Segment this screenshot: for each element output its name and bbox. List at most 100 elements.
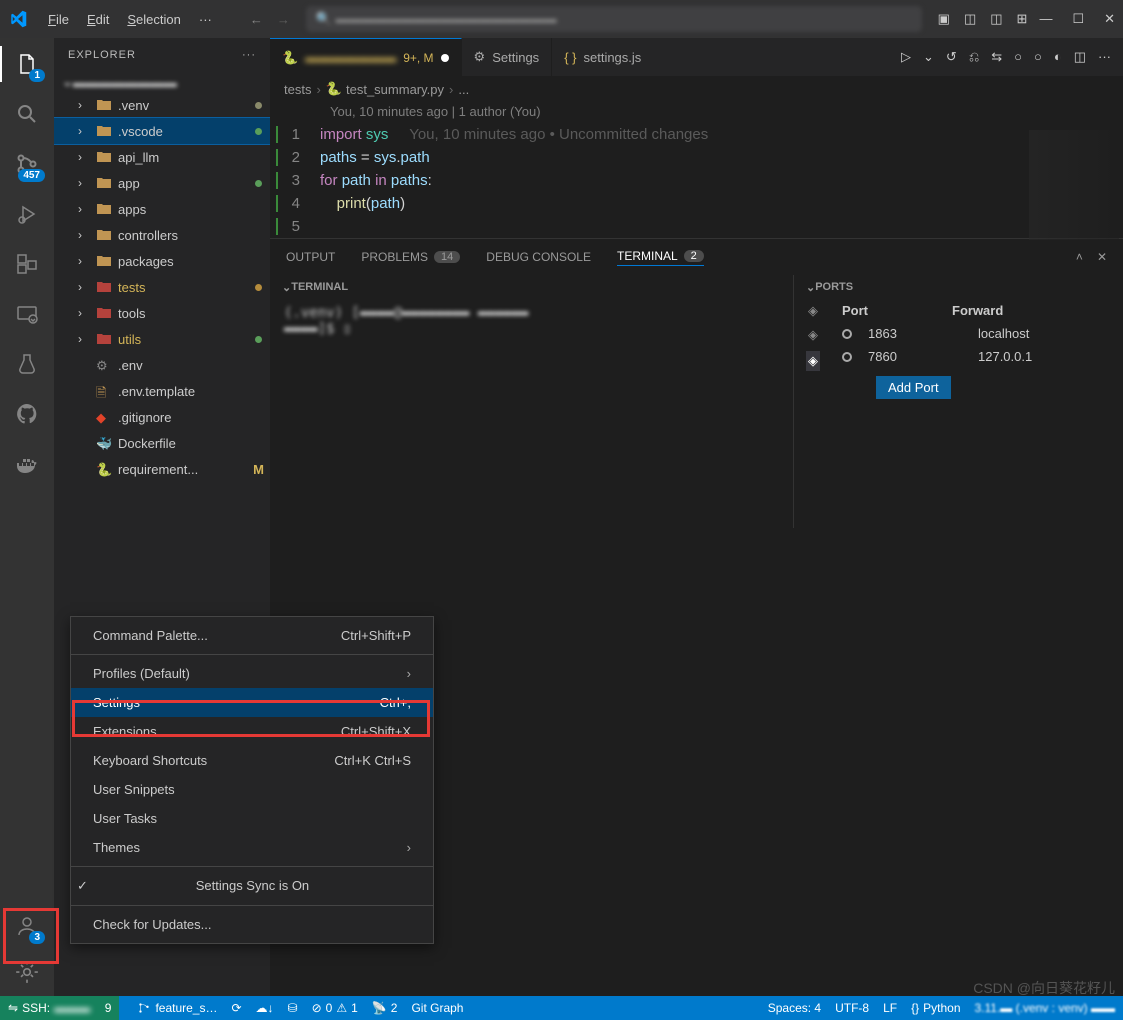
tree-.env[interactable]: ⚙.env (54, 352, 270, 378)
panel-max-icon[interactable]: ˄ (1076, 250, 1083, 264)
tree-.vscode[interactable]: ›.vscode (54, 118, 270, 144)
layout-primary-icon[interactable]: ▣ (938, 11, 950, 27)
terminal-section-header[interactable]: ⌄ TERMINAL (270, 275, 793, 299)
activity-scm-icon[interactable]: 457 (13, 150, 41, 178)
run-icon[interactable]: ▷ (901, 49, 911, 65)
menu-themes[interactable]: Themes› (71, 833, 433, 862)
activity-settings-icon[interactable] (13, 958, 41, 986)
watermark: CSDN @向日葵花籽儿 (973, 978, 1115, 998)
layout-secondary-icon[interactable]: ◫ (990, 11, 1002, 27)
status-cloud-icon[interactable]: ☁↓ (256, 1001, 274, 1015)
diff-icon[interactable]: ⇆ (991, 49, 1002, 65)
panel-tab-problems[interactable]: PROBLEMS14 (361, 250, 460, 264)
menu-extensions[interactable]: ExtensionsCtrl+Shift+X (71, 717, 433, 746)
menu-edit[interactable]: Edit (79, 8, 117, 31)
tree-tools[interactable]: ›tools (54, 300, 270, 326)
nav-fwd-icon[interactable]: → (277, 12, 290, 27)
tab-settingsjs[interactable]: { } settings.js (552, 38, 653, 76)
menu-profiles-default-[interactable]: Profiles (Default)› (71, 659, 433, 688)
activity-github-icon[interactable] (13, 400, 41, 428)
tree-requirement...[interactable]: 🐍requirement...M (54, 456, 270, 482)
tree-app[interactable]: ›app (54, 170, 270, 196)
minimap[interactable] (1029, 130, 1119, 240)
tree-.venv[interactable]: ›.venv (54, 92, 270, 118)
menu-settings-sync-is-on[interactable]: ✓Settings Sync is On (71, 871, 433, 901)
timeline-icon[interactable]: ◐ (1054, 49, 1062, 65)
code-editor[interactable]: 1import sys You, 10 minutes ago • Uncomm… (270, 123, 1123, 238)
tree-packages[interactable]: ›packages (54, 248, 270, 274)
tree-api_llm[interactable]: ›api_llm (54, 144, 270, 170)
gear-icon: ⚙ (474, 49, 486, 65)
status-radio[interactable]: 📡 2 (372, 1001, 398, 1015)
status-eol[interactable]: LF (883, 1001, 897, 1015)
circle-icon[interactable]: ○ (1014, 49, 1022, 65)
tab-more-icon[interactable]: ··· (1098, 49, 1111, 65)
tree-Dockerfile[interactable]: 🐳Dockerfile (54, 430, 270, 456)
remote-indicator[interactable]: ⇋ SSH:▬▬▬ 9 (0, 996, 119, 1020)
terminal-output[interactable]: (.venv) [▬▬▬▬@▬▬▬▬▬▬▬▬ ▬▬▬▬▬▬ ▬▬▬▬]$ ▯ (270, 299, 793, 343)
git-compare-icon[interactable]: ⎌ (969, 49, 979, 65)
nav-back-icon[interactable]: ← (250, 12, 263, 27)
status-gitgraph[interactable]: Git Graph (411, 1001, 463, 1015)
workspace-root[interactable]: ⌄ ▬▬▬▬▬▬▬▬ (54, 72, 270, 92)
tree-.gitignore[interactable]: ◆.gitignore (54, 404, 270, 430)
add-port-button[interactable]: Add Port (876, 376, 951, 399)
activity-explorer-icon[interactable]: 1 (13, 50, 41, 78)
vscode-logo-icon (8, 9, 28, 29)
menu-command-palette-[interactable]: Command Palette...Ctrl+Shift+P (71, 621, 433, 650)
menu-selection[interactable]: Selection (119, 8, 188, 31)
split-icon[interactable]: ◫ (1074, 49, 1086, 65)
close-icon[interactable]: ✕ (1104, 11, 1115, 27)
menu-user-snippets[interactable]: User Snippets (71, 775, 433, 804)
circle2-icon[interactable]: ○ (1034, 49, 1042, 65)
ports-cube-icon[interactable]: ◈ (808, 327, 818, 343)
explorer-more-icon[interactable]: ··· (242, 49, 256, 61)
minimize-icon[interactable]: — (1039, 11, 1052, 27)
breadcrumb[interactable]: tests› 🐍 test_summary.py› ... (270, 76, 1123, 102)
tree-.env.template[interactable]: 🗎.env.template (54, 378, 270, 404)
activity-remote-icon[interactable] (13, 300, 41, 328)
layout-panel-icon[interactable]: ◫ (964, 11, 976, 27)
gitlens-blame: You, 10 minutes ago | 1 author (You) (270, 102, 1123, 123)
status-errors[interactable]: ⊘ 0 ⚠ 1 (312, 1001, 358, 1015)
maximize-icon[interactable]: ☐ (1072, 11, 1084, 27)
status-pyver[interactable]: 3.11.▬ (.venv : venv) ▬▬ (975, 1001, 1116, 1015)
menu-file[interactable]: FFileile (40, 8, 77, 31)
ports-cube-icon[interactable]: ◈ (806, 351, 820, 371)
activity-extensions-icon[interactable] (13, 250, 41, 278)
status-branch[interactable]: feature_s… (137, 1001, 217, 1015)
status-database-icon[interactable]: ⛁ (288, 1001, 298, 1015)
activity-debug-icon[interactable] (13, 200, 41, 228)
tree-controllers[interactable]: ›controllers (54, 222, 270, 248)
status-lang[interactable]: {} Python (911, 1001, 960, 1015)
ports-section-header[interactable]: ⌄ PORTS (794, 275, 1123, 299)
status-sync[interactable]: ⟳ (231, 1001, 241, 1015)
tab-file-active[interactable]: 🐍 ▬▬▬▬▬▬▬ 9+, M (270, 38, 462, 76)
panel-tab-terminal[interactable]: TERMINAL2 (617, 249, 704, 266)
command-center[interactable]: 🔍 ▬▬▬▬▬▬▬▬▬▬▬▬▬▬▬▬▬ (306, 6, 922, 32)
ports-cube-icon[interactable]: ◈ (808, 303, 818, 319)
activity-test-icon[interactable] (13, 350, 41, 378)
status-spaces[interactable]: Spaces: 4 (768, 1001, 821, 1015)
port-row[interactable]: 1863localhost (832, 322, 1123, 345)
status-encoding[interactable]: UTF-8 (835, 1001, 869, 1015)
menu-user-tasks[interactable]: User Tasks (71, 804, 433, 833)
activity-accounts-icon[interactable]: 3 (13, 912, 41, 940)
activity-docker-icon[interactable] (13, 450, 41, 478)
panel-tab-debug[interactable]: DEBUG CONSOLE (486, 250, 591, 264)
port-row[interactable]: 7860127.0.0.1 (832, 345, 1123, 368)
layout-custom-icon[interactable]: ⊞ (1017, 11, 1028, 27)
tree-apps[interactable]: ›apps (54, 196, 270, 222)
run-dropdown-icon[interactable]: ⌄ (923, 49, 934, 65)
tree-tests[interactable]: ›tests (54, 274, 270, 300)
menu-more[interactable]: ··· (191, 8, 220, 31)
panel-close-icon[interactable]: ✕ (1097, 250, 1107, 264)
menu-settings[interactable]: SettingsCtrl+, (71, 688, 433, 717)
menu-keyboard-shortcuts[interactable]: Keyboard ShortcutsCtrl+K Ctrl+S (71, 746, 433, 775)
tree-utils[interactable]: ›utils (54, 326, 270, 352)
tab-settings[interactable]: ⚙ Settings (462, 38, 553, 76)
menu-check-for-updates-[interactable]: Check for Updates... (71, 910, 433, 939)
panel-tab-output[interactable]: OUTPUT (286, 250, 335, 264)
activity-search-icon[interactable] (13, 100, 41, 128)
history-icon[interactable]: ↺ (946, 49, 957, 65)
